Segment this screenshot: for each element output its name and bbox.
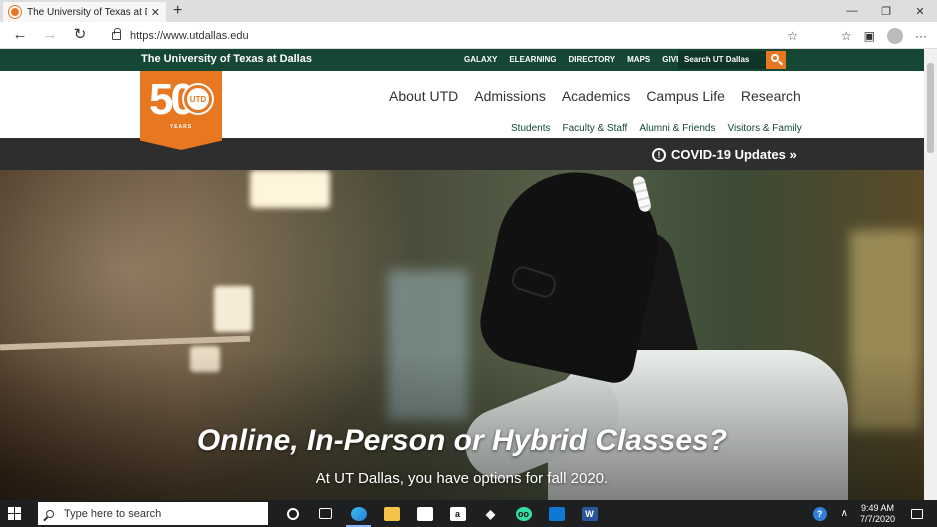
search-icon — [46, 509, 54, 518]
system-clock[interactable]: 9:49 AM 7/7/2020 — [860, 503, 895, 525]
collections-icon[interactable]: ▣ — [864, 29, 875, 43]
taskbar-search-input[interactable]: Type here to search — [38, 502, 268, 525]
covid-banner: ! COVID-19 Updates » — [0, 138, 924, 170]
minimize-button[interactable]: — — [835, 0, 869, 22]
hero-subhead: At UT Dallas, you have options for fall … — [315, 470, 609, 487]
info-icon: ! — [652, 147, 666, 162]
link-galaxy[interactable]: GALAXY — [464, 55, 497, 64]
utd-50-years-logo[interactable]: 50 UTD YEARS — [140, 71, 222, 150]
help-icon[interactable]: ? — [812, 506, 827, 521]
covid-updates-link[interactable]: ! COVID-19 Updates » — [652, 147, 797, 162]
tab-title: The University of Texas at Dallas — [27, 6, 147, 18]
main-navigation: 50 UTD YEARS About UTD Admissions Academ… — [0, 71, 924, 150]
covid-link-label: COVID-19 Updates » — [671, 147, 797, 162]
primary-nav: About UTD Admissions Academics Campus Li… — [389, 88, 801, 104]
browser-tab[interactable]: The University of Texas at Dallas ✕ — [3, 2, 166, 22]
browser-toolbar: ☆ ▣ ··· — [841, 25, 927, 46]
nav-admissions[interactable]: Admissions — [474, 88, 546, 104]
logo-years: YEARS — [169, 124, 193, 130]
store-icon[interactable] — [408, 500, 441, 527]
forward-arrow-icon[interactable]: → — [38, 25, 62, 45]
tripadvisor-icon[interactable]: oo — [507, 500, 540, 527]
task-view-icon[interactable] — [309, 500, 342, 527]
show-hidden-icons-icon[interactable]: ∧ — [841, 508, 848, 519]
desktop-screen: The University of Texas at Dallas ✕ + — … — [0, 0, 937, 527]
lock-icon — [112, 27, 121, 40]
webpage: The University of Texas at Dallas GALAXY… — [0, 49, 924, 500]
utility-links: GALAXY ELEARNING DIRECTORY MAPS GIVE — [464, 55, 681, 64]
notifications-icon[interactable] — [911, 508, 923, 519]
browser-tab-strip: The University of Texas at Dallas ✕ + — … — [0, 0, 937, 22]
audience-nav: Students Faculty & Staff Alumni & Friend… — [511, 123, 802, 134]
clock-date: 7/7/2020 — [859, 513, 895, 524]
nav-about-utd[interactable]: About UTD — [389, 88, 458, 104]
maximize-button[interactable]: ❐ — [869, 0, 903, 22]
amazon-icon[interactable]: a — [441, 500, 474, 527]
cortana-icon[interactable] — [276, 500, 309, 527]
clock-time: 9:49 AM — [860, 502, 894, 513]
link-elearning[interactable]: ELEARNING — [509, 55, 556, 64]
system-tray: ? ∧ 9:49 AM 7/7/2020 — [812, 500, 937, 527]
nav-campus-life[interactable]: Campus Life — [646, 88, 725, 104]
utility-bar: The University of Texas at Dallas GALAXY… — [0, 49, 924, 71]
profile-avatar[interactable] — [887, 27, 903, 44]
link-maps[interactable]: MAPS — [627, 55, 650, 64]
nav-alumni-friends[interactable]: Alumni & Friends — [639, 123, 715, 134]
start-button[interactable] — [8, 507, 21, 520]
favorite-star-icon[interactable]: ☆ — [787, 29, 798, 43]
back-arrow-icon[interactable]: ← — [8, 25, 32, 45]
site-search-button[interactable] — [766, 51, 786, 69]
scrollbar-thumb[interactable] — [927, 63, 934, 153]
windows-taskbar: Type here to search a ◆ oo W ? ∧ 9:49 AM… — [0, 500, 937, 527]
window-controls: — ❐ ✕ — [835, 0, 937, 22]
more-menu-icon[interactable]: ··· — [915, 29, 927, 43]
mail-icon[interactable] — [540, 500, 573, 527]
tab-close-icon[interactable]: ✕ — [151, 6, 160, 19]
taskbar-apps: a ◆ oo W — [276, 500, 606, 527]
link-directory[interactable]: DIRECTORY — [568, 55, 615, 64]
favorites-icon[interactable]: ☆ — [841, 29, 852, 43]
edge-icon[interactable] — [342, 500, 375, 527]
dropbox-icon[interactable]: ◆ — [474, 500, 507, 527]
address-bar: ← → ↻ https://www.utdallas.edu ☆ ☆ ▣ ··· — [0, 22, 937, 49]
page-scrollbar[interactable] — [924, 49, 937, 500]
nav-faculty-staff[interactable]: Faculty & Staff — [562, 123, 627, 134]
nav-academics[interactable]: Academics — [562, 88, 630, 104]
institution-name[interactable]: The University of Texas at Dallas — [141, 53, 312, 65]
nav-students[interactable]: Students — [511, 123, 550, 134]
url-field[interactable]: https://www.utdallas.edu ☆ — [102, 25, 806, 46]
nav-visitors-family[interactable]: Visitors & Family — [727, 123, 801, 134]
logo-seal: UTD — [184, 85, 212, 113]
hero-banner[interactable]: Online, In-Person or Hybrid Classes? At … — [0, 170, 924, 500]
word-icon[interactable]: W — [573, 500, 606, 527]
url-text: https://www.utdallas.edu — [130, 29, 249, 42]
taskbar-search-placeholder: Type here to search — [64, 507, 162, 520]
close-window-button[interactable]: ✕ — [903, 0, 937, 22]
utd-favicon-icon — [9, 6, 21, 18]
refresh-icon[interactable]: ↻ — [68, 25, 92, 45]
site-search-input[interactable]: Search UT Dallas — [678, 51, 766, 69]
nav-research[interactable]: Research — [741, 88, 801, 104]
new-tab-button[interactable]: + — [173, 2, 182, 20]
file-explorer-icon[interactable] — [375, 500, 408, 527]
hero-headline: Online, In-Person or Hybrid Classes? — [196, 424, 728, 457]
